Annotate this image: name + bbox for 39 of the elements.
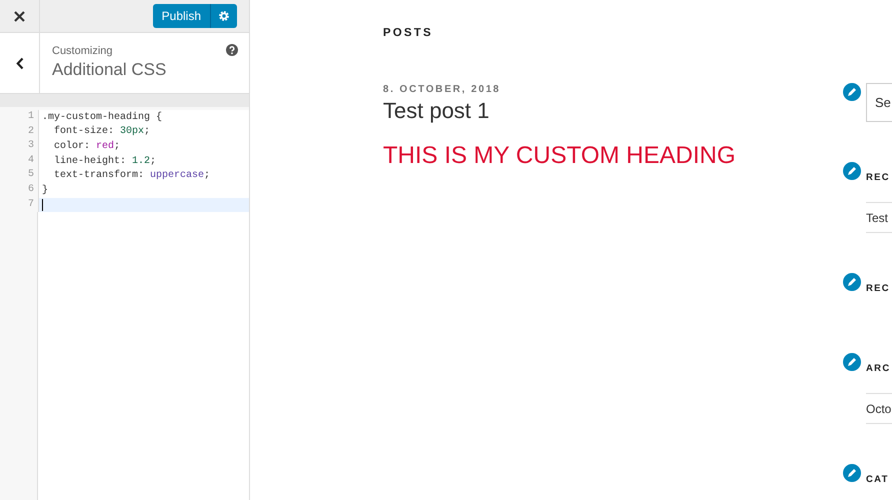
line-number: 2 xyxy=(0,124,39,140)
edit-icon[interactable] xyxy=(841,271,863,293)
code-line: } xyxy=(41,184,48,196)
widget-heading: ARC xyxy=(866,362,892,376)
edit-icon[interactable] xyxy=(841,81,863,103)
post-title[interactable]: Test post 1 xyxy=(383,98,490,124)
widget-heading: REC xyxy=(866,171,891,185)
post-date[interactable]: 8. OCTOBER, 2018 xyxy=(383,84,501,95)
code-line: color: red; xyxy=(53,140,120,152)
code-line: font-size: 30px; xyxy=(53,126,150,138)
edit-icon[interactable] xyxy=(841,462,863,484)
settings-button[interactable] xyxy=(211,4,237,28)
text-cursor xyxy=(42,198,43,211)
edit-icon[interactable] xyxy=(841,160,863,182)
panel-title: Additional CSS xyxy=(52,60,166,80)
help-icon[interactable] xyxy=(226,44,238,56)
panel-subtitle: Customizing xyxy=(52,45,114,57)
section-title: POSTS xyxy=(383,27,433,39)
line-number: 1 xyxy=(0,110,39,125)
line-number: 4 xyxy=(0,154,39,168)
widget-heading: CAT xyxy=(866,473,890,487)
line-number: 5 xyxy=(0,168,39,183)
custom-heading: THIS IS MY CUSTOM HEADING xyxy=(383,142,736,170)
settings-icon xyxy=(218,10,230,22)
publish-button[interactable]: Publish xyxy=(152,4,211,28)
back-icon xyxy=(16,56,24,70)
code-line: .my-custom-heading { xyxy=(41,112,162,123)
widget-link[interactable]: Test xyxy=(866,202,892,233)
search-field[interactable]: Se xyxy=(866,83,892,122)
edit-icon[interactable] xyxy=(841,351,863,373)
line-number: 6 xyxy=(0,182,39,198)
close-icon xyxy=(14,10,25,22)
widget-link[interactable]: Octo xyxy=(866,393,892,424)
line-number: 3 xyxy=(0,139,39,154)
code-editor[interactable]: 1 .my-custom-heading { 2 font-size: 30px; 3 color: red; 4 line-height: 1.2; 5 text-transform: uppercase; 6 } 7 xyxy=(0,107,249,500)
code-line: line-height: 1.2; xyxy=(53,156,156,167)
widget-heading: REC xyxy=(866,282,891,296)
code-line: text-transform: uppercase; xyxy=(53,170,210,182)
line-number: 7 xyxy=(0,198,39,212)
